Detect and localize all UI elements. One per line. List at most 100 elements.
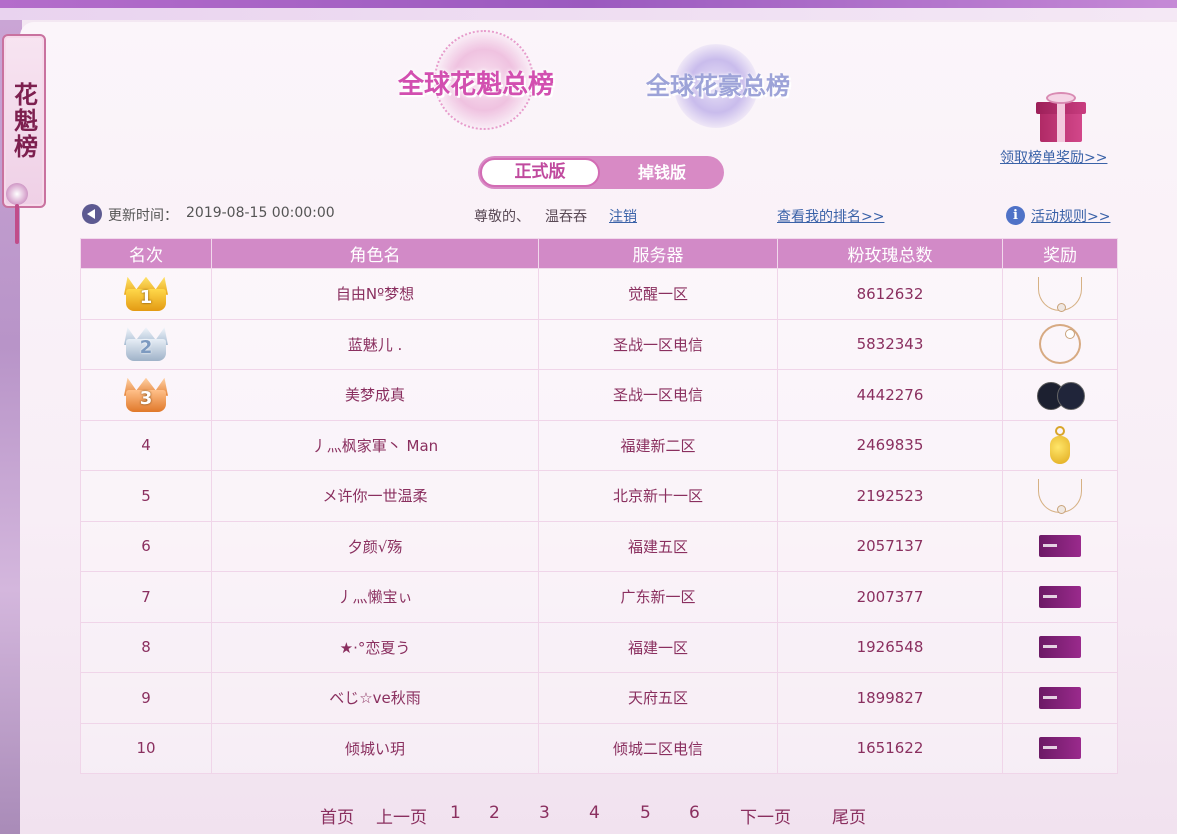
table-row: 1 自由Nº梦想 觉醒一区 8612632	[80, 268, 1118, 320]
tab-huakui-ranking[interactable]: 全球花魁总榜	[398, 64, 554, 101]
page-first[interactable]: 首页	[320, 803, 354, 828]
role-name-cell: 美梦成真	[211, 369, 539, 421]
crown-icon: 2	[122, 325, 170, 363]
role-name-cell: 丿灬枫家軍丶 Man	[211, 419, 539, 471]
rose-count-cell: 2192523	[777, 470, 1003, 522]
table-row: 4 丿灬枫家軍丶 Man 福建新二区 2469835	[80, 419, 1118, 471]
server-cell: 圣战一区电信	[538, 318, 778, 370]
page-6[interactable]: 6	[689, 803, 700, 823]
update-time-label: 更新时间：	[108, 208, 178, 224]
logout-link[interactable]: 注销	[609, 206, 637, 226]
tag-flower-icon	[6, 183, 28, 205]
role-name-cell: ★·°恋夏う	[211, 621, 539, 673]
version-official-button[interactable]: 正式版	[480, 158, 600, 187]
ranking-table: 名次 角色名 服务器 粉玫瑰总数 奖励 1 自由Nº梦想 觉醒一区 8612632 2 蓝…	[80, 238, 1118, 774]
table-row: 6 夕颜√殇 福建五区 2057137	[80, 520, 1118, 572]
claim-reward-link[interactable]: 领取榜单奖励>>	[1000, 147, 1107, 167]
page-1[interactable]: 1	[450, 803, 461, 823]
header-role-name: 角色名	[211, 238, 539, 269]
role-name-cell: 蓝魅儿 .	[211, 318, 539, 370]
reward-cell	[1002, 520, 1118, 572]
rose-count-cell: 1651622	[777, 722, 1003, 774]
rose-count-cell: 5832343	[777, 318, 1003, 370]
top-bar	[0, 0, 1177, 8]
reward-cell	[1002, 470, 1118, 522]
role-name-cell: ベじ☆ve秋雨	[211, 672, 539, 724]
gift-card-icon	[1039, 737, 1081, 760]
page-5[interactable]: 5	[640, 803, 651, 823]
reward-cell	[1002, 722, 1118, 774]
rank-cell: 4	[80, 419, 212, 471]
table-row: 7 丿灬懒宝ぃ 广东新一区 2007377	[80, 571, 1118, 623]
server-cell: 圣战一区电信	[538, 369, 778, 421]
gift-card-icon	[1039, 585, 1081, 608]
page-next[interactable]: 下一页	[740, 803, 791, 828]
server-cell: 倾城二区电信	[538, 722, 778, 774]
reward-cell	[1002, 268, 1118, 320]
rank-cell: 3	[80, 369, 212, 421]
compact-icon	[1037, 381, 1085, 410]
server-cell: 广东新一区	[538, 571, 778, 623]
table-row: 9 ベじ☆ve秋雨 天府五区 1899827	[80, 672, 1118, 724]
reward-cell	[1002, 571, 1118, 623]
table-header-row: 名次 角色名 服务器 粉玫瑰总数 奖励	[80, 238, 1118, 269]
table-row: 5 メ许你一世温柔 北京新十一区 2192523	[80, 470, 1118, 522]
crown-icon: 1	[122, 275, 170, 313]
server-cell: 福建五区	[538, 520, 778, 572]
reward-cell	[1002, 318, 1118, 370]
server-cell: 北京新十一区	[538, 470, 778, 522]
server-cell: 福建新二区	[538, 419, 778, 471]
user-name: 温吞吞	[545, 209, 587, 225]
gold-pendant-icon	[1049, 426, 1071, 465]
crown-icon: 3	[122, 376, 170, 414]
gift-box-icon[interactable]	[1036, 92, 1086, 144]
rank-cell: 2	[80, 318, 212, 370]
header-reward: 奖励	[1002, 238, 1118, 269]
role-name-cell: 倾城い玥	[211, 722, 539, 774]
page-prev[interactable]: 上一页	[376, 803, 427, 828]
necklace-icon	[1038, 478, 1082, 514]
reward-cell	[1002, 672, 1118, 724]
reward-cell	[1002, 621, 1118, 673]
info-icon[interactable]: i	[1006, 206, 1025, 225]
role-name-cell: 丿灬懒宝ぃ	[211, 571, 539, 623]
bracelet-icon	[1039, 324, 1081, 365]
reward-cell	[1002, 419, 1118, 471]
greeting-text: 尊敬的、	[474, 209, 530, 225]
server-cell: 天府五区	[538, 672, 778, 724]
table-row: 3 美梦成真 圣战一区电信 4442276	[80, 369, 1118, 421]
rank-cell: 6	[80, 520, 212, 572]
update-time-value: 2019-08-15 00:00:00	[186, 205, 335, 221]
page-last[interactable]: 尾页	[832, 803, 866, 828]
gift-card-icon	[1039, 535, 1081, 558]
server-cell: 福建一区	[538, 621, 778, 673]
table-row: 10 倾城い玥 倾城二区电信 1651622	[80, 722, 1118, 774]
activity-rules-link[interactable]: 活动规则>>	[1031, 206, 1110, 226]
rose-count-cell: 2057137	[777, 520, 1003, 572]
server-cell: 觉醒一区	[538, 268, 778, 320]
rose-count-cell: 4442276	[777, 369, 1003, 421]
side-tag: 花魁榜	[2, 34, 46, 208]
reward-cell	[1002, 369, 1118, 421]
view-my-rank-link[interactable]: 查看我的排名>>	[777, 206, 884, 226]
gift-card-icon	[1039, 636, 1081, 659]
role-name-cell: メ许你一世温柔	[211, 470, 539, 522]
rose-count-cell: 1926548	[777, 621, 1003, 673]
role-name-cell: 自由Nº梦想	[211, 268, 539, 320]
necklace-icon	[1038, 276, 1082, 312]
header-server: 服务器	[538, 238, 778, 269]
page-3[interactable]: 3	[539, 803, 550, 823]
version-drop-button[interactable]: 掉钱版	[600, 156, 724, 189]
rose-count-cell: 8612632	[777, 268, 1003, 320]
rank-cell: 8	[80, 621, 212, 673]
rank-cell: 10	[80, 722, 212, 774]
rank-cell: 1	[80, 268, 212, 320]
rank-cell: 7	[80, 571, 212, 623]
tab-huahao-ranking[interactable]: 全球花豪总榜	[646, 66, 790, 101]
page-2[interactable]: 2	[489, 803, 500, 823]
page-4[interactable]: 4	[589, 803, 600, 823]
top-bar-shade	[0, 8, 1177, 20]
announcement-icon	[82, 204, 102, 224]
header-rank: 名次	[80, 238, 212, 269]
table-row: 8 ★·°恋夏う 福建一区 1926548	[80, 621, 1118, 673]
